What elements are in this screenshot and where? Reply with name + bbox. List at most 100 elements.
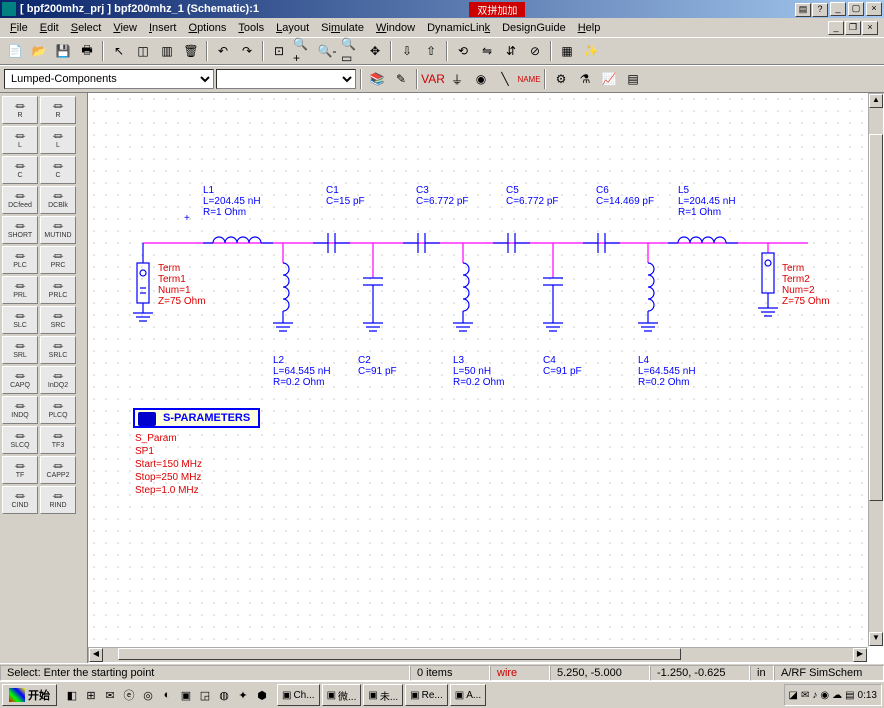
ground-button[interactable]: ⏚ [446, 68, 468, 90]
open-button[interactable]: 📂 [28, 40, 50, 62]
results-button[interactable]: ▤ [622, 68, 644, 90]
start-button[interactable]: 开始 [2, 684, 57, 706]
palette-indq2[interactable]: ⏛InDQ2 [40, 366, 76, 394]
palette-srl[interactable]: ⏛SRL [2, 336, 38, 364]
palette-indq[interactable]: ⏛INDQ [2, 396, 38, 424]
push-button[interactable]: ⇩ [396, 40, 418, 62]
doc-help-button[interactable]: ? [812, 3, 828, 17]
rotate-button[interactable]: ⟲ [452, 40, 474, 62]
ql-5[interactable]: ◎ [139, 685, 157, 705]
menu-designguide[interactable]: DesignGuide [496, 20, 572, 36]
menu-help[interactable]: Help [572, 20, 607, 36]
edit-comp-button[interactable]: ✎ [390, 68, 412, 90]
lasso-button[interactable]: ◫ [132, 40, 154, 62]
pan-button[interactable]: ✥ [364, 40, 386, 62]
mdi-close-button[interactable]: × [862, 21, 878, 35]
menu-tools[interactable]: Tools [232, 20, 270, 36]
pop-button[interactable]: ⇧ [420, 40, 442, 62]
tray-icon[interactable]: ✉ [801, 690, 809, 701]
new-button[interactable]: 📄 [4, 40, 26, 62]
palette-plcq[interactable]: ⏛PLCQ [40, 396, 76, 424]
menu-simulate[interactable]: Simulate [315, 20, 370, 36]
palette-prlc[interactable]: ⏛PRLC [40, 276, 76, 304]
vertical-scrollbar[interactable]: ▲▼ [868, 93, 884, 647]
taskbar-app[interactable]: ▣未... [363, 684, 403, 706]
palette-r[interactable]: ⏛R [2, 96, 38, 124]
mirror-x-button[interactable]: ⇋ [476, 40, 498, 62]
palette-dcblk[interactable]: ⏛DCBlk [40, 186, 76, 214]
palette-prc[interactable]: ⏛PRC [40, 246, 76, 274]
menu-layout[interactable]: Layout [270, 20, 315, 36]
ql-2[interactable]: ⊞ [82, 685, 100, 705]
simulation-block[interactable]: S-PARAMETERS S_Param SP1 Start=150 MHz S… [133, 408, 260, 501]
library-button[interactable]: ▥ [156, 40, 178, 62]
palette-cind[interactable]: ⏛CIND [2, 486, 38, 514]
menu-view[interactable]: View [107, 20, 143, 36]
doc-icon-button[interactable]: ▤ [795, 3, 811, 17]
ql-10[interactable]: ✦ [234, 685, 252, 705]
palette-combo[interactable]: Lumped-Components [4, 69, 214, 89]
minimize-button[interactable]: _ [830, 2, 846, 16]
ql-11[interactable]: ⬢ [253, 685, 271, 705]
undo-button[interactable]: ↶ [212, 40, 234, 62]
browse-lib-button[interactable]: 📚 [366, 68, 388, 90]
mirror-y-button[interactable]: ⇵ [500, 40, 522, 62]
system-tray[interactable]: ◪ ✉ ♪ ◉ ☁ ▤ 0:13 [784, 684, 883, 706]
ql-8[interactable]: ◲ [196, 685, 214, 705]
tune-button[interactable]: ⚗ [574, 68, 596, 90]
zoom-in-button[interactable]: 🔍+ [292, 40, 314, 62]
tray-clock[interactable]: 0:13 [858, 690, 877, 701]
component-combo[interactable] [216, 69, 356, 89]
palette-slcq[interactable]: ⏛SLCQ [2, 426, 38, 454]
taskbar-app[interactable]: ▣Re... [405, 684, 448, 706]
simulate-button[interactable]: ⚙ [550, 68, 572, 90]
palette-tf[interactable]: ⏛TF [2, 456, 38, 484]
tray-icon[interactable]: ▤ [845, 690, 854, 701]
palette-l[interactable]: ⏛L [40, 126, 76, 154]
menu-options[interactable]: Options [183, 20, 233, 36]
maximize-button[interactable]: ▢ [848, 2, 864, 16]
zoom-out-button[interactable]: 🔍- [316, 40, 338, 62]
menu-edit[interactable]: Edit [34, 20, 65, 36]
ql-3[interactable]: ✉ [101, 685, 119, 705]
palette-rind[interactable]: ⏛RIND [40, 486, 76, 514]
taskbar-app[interactable]: ▣Ch... [277, 684, 320, 706]
palette-r[interactable]: ⏛R [40, 96, 76, 124]
zoom-full-button[interactable]: ⊡ [268, 40, 290, 62]
zoom-area-button[interactable]: 🔍▭ [340, 40, 362, 62]
pointer-button[interactable]: ↖ [108, 40, 130, 62]
tray-icon[interactable]: ♪ [812, 690, 817, 701]
palette-srlc[interactable]: ⏛SRLC [40, 336, 76, 364]
tray-icon[interactable]: ◪ [789, 690, 798, 701]
ql-4[interactable]: ⓔ [120, 685, 138, 705]
palette-capp2[interactable]: ⏛CAPP2 [40, 456, 76, 484]
palette-c[interactable]: ⏛C [40, 156, 76, 184]
tray-icon[interactable]: ☁ [832, 690, 842, 701]
delete-button[interactable]: 🗑 [180, 40, 202, 62]
close-button[interactable]: × [866, 2, 882, 16]
datadisplay-button[interactable]: 📈 [598, 68, 620, 90]
ql-7[interactable]: ▣ [177, 685, 195, 705]
port-button[interactable]: ◉ [470, 68, 492, 90]
taskbar-app[interactable]: ▣A... [450, 684, 486, 706]
menu-window[interactable]: Window [370, 20, 421, 36]
print-button[interactable]: 🖶 [76, 40, 98, 62]
palette-src[interactable]: ⏛SRC [40, 306, 76, 334]
palette-mutind[interactable]: ⏛MUTIND [40, 216, 76, 244]
wire-button[interactable]: ╲ [494, 68, 516, 90]
taskbar-app[interactable]: ▣微... [322, 684, 362, 706]
ql-9[interactable]: ◍ [215, 685, 233, 705]
palette-l[interactable]: ⏛L [2, 126, 38, 154]
horizontal-scrollbar[interactable]: ◀▶ [88, 647, 868, 663]
redo-button[interactable]: ↷ [236, 40, 258, 62]
palette-capq[interactable]: ⏛CAPQ [2, 366, 38, 394]
palette-c[interactable]: ⏛C [2, 156, 38, 184]
menu-dynamiclink[interactable]: DynamicLink [421, 20, 496, 36]
tray-icon[interactable]: ◉ [820, 690, 829, 701]
schematic-canvas[interactable]: Term Term1 Num=1 Z=75 Ohm L1 L=204.45 nH… [88, 93, 868, 647]
palette-short[interactable]: ⏛SHORT [2, 216, 38, 244]
menu-select[interactable]: Select [65, 20, 108, 36]
palette-slc[interactable]: ⏛SLC [2, 306, 38, 334]
palette-dcfeed[interactable]: ⏛DCfeed [2, 186, 38, 214]
menu-file[interactable]: File [4, 20, 34, 36]
